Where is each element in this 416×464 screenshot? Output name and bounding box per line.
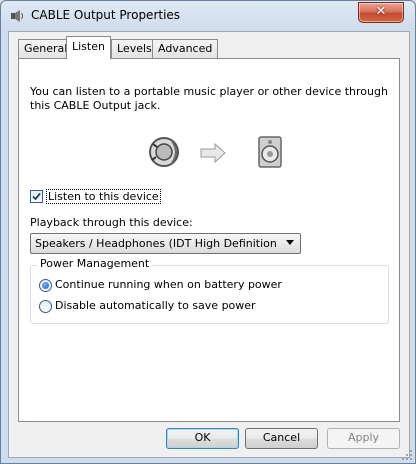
apply-button-label: Apply <box>347 431 380 444</box>
window-title: CABLE Output Properties <box>31 8 181 22</box>
power-management-legend: Power Management <box>37 257 153 270</box>
playback-device-value: Speakers / Headphones (IDT High Definiti… <box>35 237 280 250</box>
tab-levels[interactable]: Levels <box>111 39 158 59</box>
tab-label: Advanced <box>158 42 213 55</box>
close-button[interactable]: ✕ <box>358 2 404 23</box>
properties-window: CABLE Output Properties ✕ General Listen… <box>0 0 416 464</box>
playback-device-select[interactable]: Speakers / Headphones (IDT High Definiti… <box>30 233 301 254</box>
right-arrow-icon <box>200 143 226 163</box>
radio-label: Disable automatically to save power <box>55 299 256 312</box>
tab-label: Levels <box>117 42 152 55</box>
playback-label: Playback through this device: <box>30 216 193 229</box>
ok-button-label: OK <box>194 431 211 444</box>
ok-button[interactable]: OK <box>166 428 239 449</box>
chevron-down-icon <box>286 240 294 245</box>
radio-label: Continue running when on battery power <box>55 278 282 291</box>
tab-label: General <box>24 42 68 55</box>
listen-checkbox[interactable] <box>30 190 43 203</box>
checkmark-icon <box>32 192 41 201</box>
resize-grip-icon[interactable] <box>401 449 413 461</box>
speaker-device-icon <box>149 137 179 167</box>
tab-label: Listen <box>72 40 105 53</box>
speaker-device-icon <box>258 136 282 168</box>
radio-selected-dot <box>42 282 49 289</box>
tab-advanced[interactable]: Advanced <box>152 39 219 59</box>
apply-button[interactable]: Apply <box>327 428 400 449</box>
listen-description: You can listen to a portable music playe… <box>30 85 388 112</box>
dialog-client-area: General Listen Levels Advanced You can l… <box>8 31 410 458</box>
cancel-button[interactable]: Cancel <box>245 428 318 449</box>
radio-button[interactable] <box>39 279 52 292</box>
power-management-group <box>30 265 389 324</box>
radio-button[interactable] <box>39 300 52 313</box>
cancel-button-label: Cancel <box>262 431 301 444</box>
title-bar[interactable]: CABLE Output Properties ✕ <box>1 1 415 31</box>
tab-listen[interactable]: Listen <box>66 36 111 59</box>
close-icon: ✕ <box>375 4 387 19</box>
listen-checkbox-label: Listen to this device <box>46 189 161 204</box>
listen-tab-panel: You can listen to a portable music playe… <box>18 58 400 422</box>
speaker-icon <box>11 10 23 22</box>
